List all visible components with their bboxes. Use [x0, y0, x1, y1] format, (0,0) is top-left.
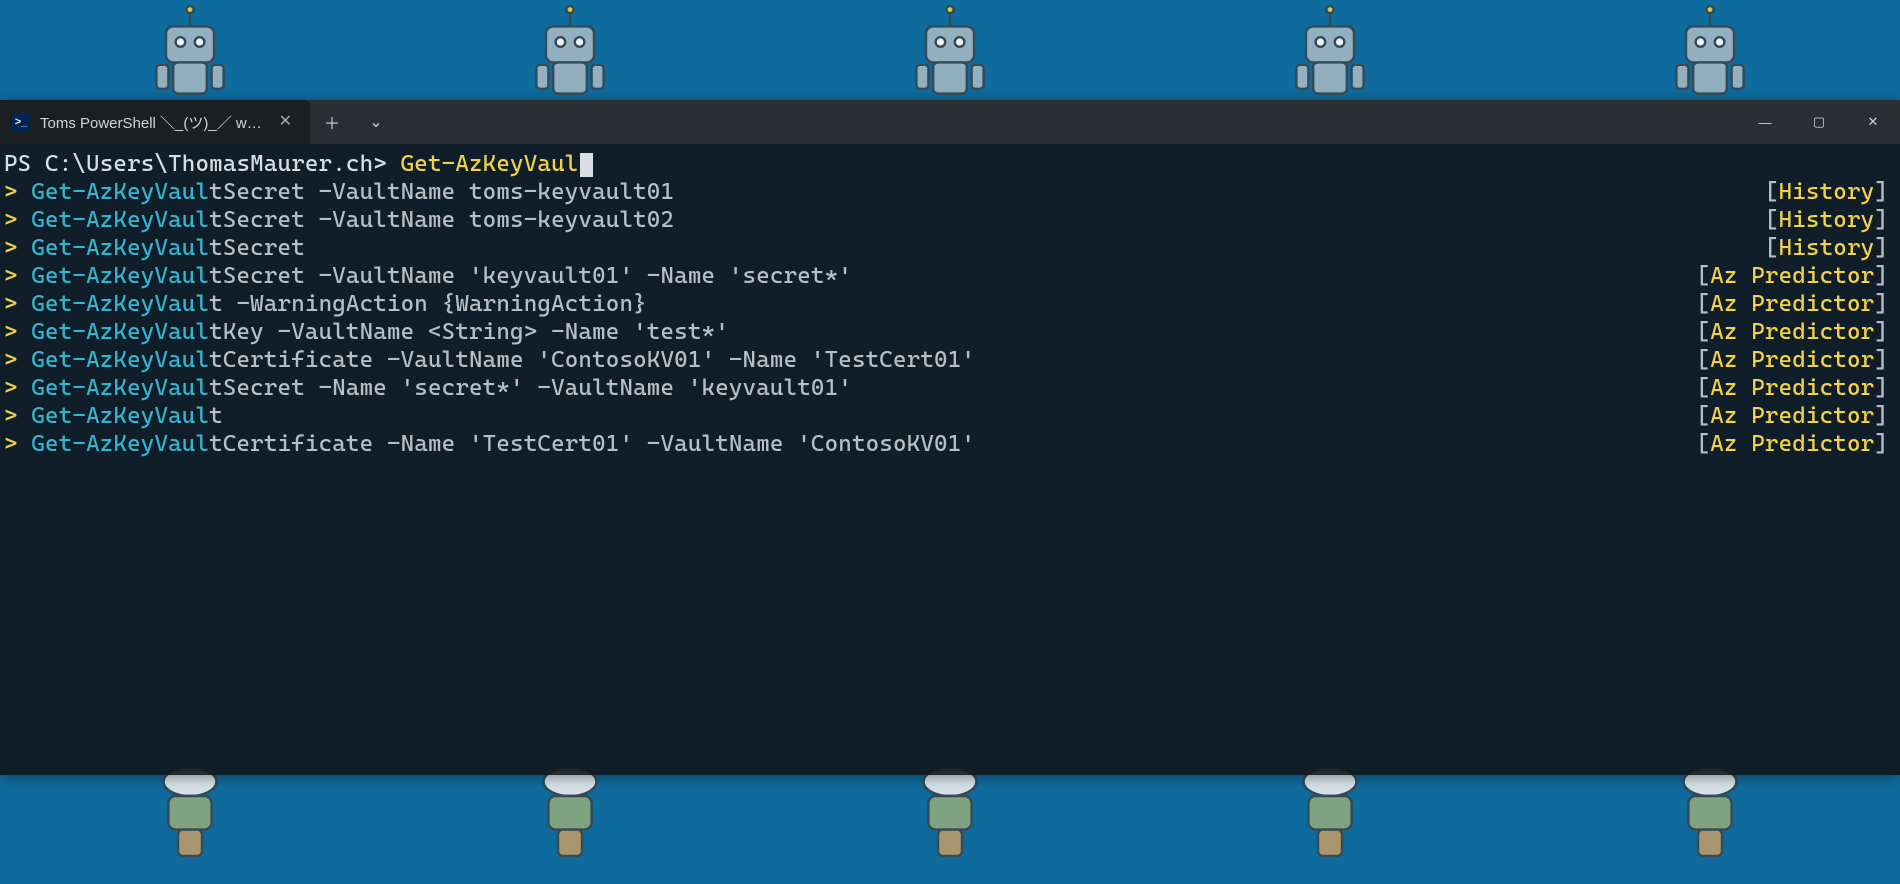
suggestion-marker: >: [4, 375, 31, 401]
suggestion-marker: >: [4, 179, 31, 205]
suggestion-line[interactable]: > Get-AzKeyVaultCertificate -VaultName '…: [4, 346, 1896, 374]
cursor: [580, 153, 593, 177]
suggestion-marker: >: [4, 403, 31, 429]
suggestion-line[interactable]: > Get-AzKeyVaultCertificate -Name 'TestC…: [4, 430, 1896, 458]
suggestion-rest: tSecret -VaultName 'keyvault01' -Name 's…: [209, 263, 852, 289]
prompt-line[interactable]: PS C:\Users\ThomasMaurer.ch> Get-AzKeyVa…: [4, 150, 1896, 178]
suggestion-source: [Az Predictor]: [1697, 290, 1897, 318]
suggestion-marker: >: [4, 347, 31, 373]
suggestion-source: [Az Predictor]: [1697, 346, 1897, 374]
suggestion-source: [Az Predictor]: [1697, 430, 1897, 458]
suggestion-rest: tCertificate -Name 'TestCert01' -VaultNa…: [209, 431, 975, 457]
suggestion-source: [Az Predictor]: [1697, 262, 1897, 290]
suggestion-source: [History]: [1765, 206, 1896, 234]
terminal-body[interactable]: PS C:\Users\ThomasMaurer.ch> Get-AzKeyVa…: [0, 144, 1900, 775]
suggestion-source: [Az Predictor]: [1697, 374, 1897, 402]
suggestion-source: [History]: [1765, 178, 1896, 206]
suggestion-rest: t -WarningAction {WarningAction}: [209, 291, 647, 317]
suggestion-rest: tKey -VaultName <String> -Name 'test*': [209, 319, 729, 345]
minimize-button[interactable]: —: [1738, 100, 1792, 144]
suggestion-marker: >: [4, 235, 31, 261]
suggestion-match: Get-AzKeyVaul: [31, 375, 209, 401]
suggestion-match: Get-AzKeyVaul: [31, 319, 209, 345]
suggestion-match: Get-AzKeyVaul: [31, 207, 209, 233]
suggestion-rest: tSecret -Name 'secret*' -VaultName 'keyv…: [209, 375, 852, 401]
suggestion-source: [Az Predictor]: [1697, 318, 1897, 346]
suggestion-line[interactable]: > Get-AzKeyVaultSecret [History]: [4, 234, 1896, 262]
suggestion-line[interactable]: > Get-AzKeyVault [Az Predictor]: [4, 402, 1896, 430]
suggestion-line[interactable]: > Get-AzKeyVaultSecret -Name 'secret*' -…: [4, 374, 1896, 402]
suggestion-marker: >: [4, 319, 31, 345]
suggestion-line[interactable]: > Get-AzKeyVault -WarningAction {Warning…: [4, 290, 1896, 318]
suggestion-match: Get-AzKeyVaul: [31, 235, 209, 261]
suggestion-rest: tSecret: [209, 235, 305, 261]
suggestion-marker: >: [4, 263, 31, 289]
prompt-typed: Get-AzKeyVaul: [401, 151, 579, 177]
suggestion-line[interactable]: > Get-AzKeyVaultSecret -VaultName 'keyva…: [4, 262, 1896, 290]
tab-title: Toms PowerShell ＼_(ツ)_／ www: [40, 112, 265, 133]
suggestion-marker: >: [4, 207, 31, 233]
suggestion-line[interactable]: > Get-AzKeyVaultKey -VaultName <String> …: [4, 318, 1896, 346]
tab-dropdown-button[interactable]: ⌄: [354, 100, 398, 144]
suggestion-line[interactable]: > Get-AzKeyVaultSecret -VaultName toms-k…: [4, 178, 1896, 206]
suggestion-match: Get-AzKeyVaul: [31, 347, 209, 373]
suggestion-line[interactable]: > Get-AzKeyVaultSecret -VaultName toms-k…: [4, 206, 1896, 234]
suggestion-match: Get-AzKeyVaul: [31, 431, 209, 457]
close-button[interactable]: ✕: [1846, 100, 1900, 144]
titlebar-drag-area[interactable]: [398, 100, 1738, 144]
tab-close-button[interactable]: ✕: [275, 110, 296, 134]
suggestion-marker: >: [4, 431, 31, 457]
new-tab-button[interactable]: ＋: [310, 100, 354, 144]
suggestion-rest: tCertificate -VaultName 'ContosoKV01' -N…: [209, 347, 975, 373]
terminal-window: >_ Toms PowerShell ＼_(ツ)_／ www ✕ ＋ ⌄ — ▢…: [0, 100, 1900, 775]
titlebar[interactable]: >_ Toms PowerShell ＼_(ツ)_／ www ✕ ＋ ⌄ — ▢…: [0, 100, 1900, 144]
suggestion-source: [History]: [1765, 234, 1896, 262]
maximize-button[interactable]: ▢: [1792, 100, 1846, 144]
prompt-prefix: PS C:\Users\ThomasMaurer.ch>: [4, 151, 401, 177]
suggestion-rest: tSecret -VaultName toms-keyvault01: [209, 179, 674, 205]
suggestion-match: Get-AzKeyVaul: [31, 179, 209, 205]
suggestion-marker: >: [4, 291, 31, 317]
suggestion-rest: tSecret -VaultName toms-keyvault02: [209, 207, 674, 233]
suggestion-rest: t: [209, 403, 223, 429]
suggestion-source: [Az Predictor]: [1697, 402, 1897, 430]
suggestion-match: Get-AzKeyVaul: [31, 291, 209, 317]
powershell-icon: >_: [12, 113, 30, 131]
suggestion-match: Get-AzKeyVaul: [31, 263, 209, 289]
suggestion-match: Get-AzKeyVaul: [31, 403, 209, 429]
tab-active[interactable]: >_ Toms PowerShell ＼_(ツ)_／ www ✕: [0, 100, 310, 144]
wallpaper-robots-bottom: [0, 760, 1900, 880]
